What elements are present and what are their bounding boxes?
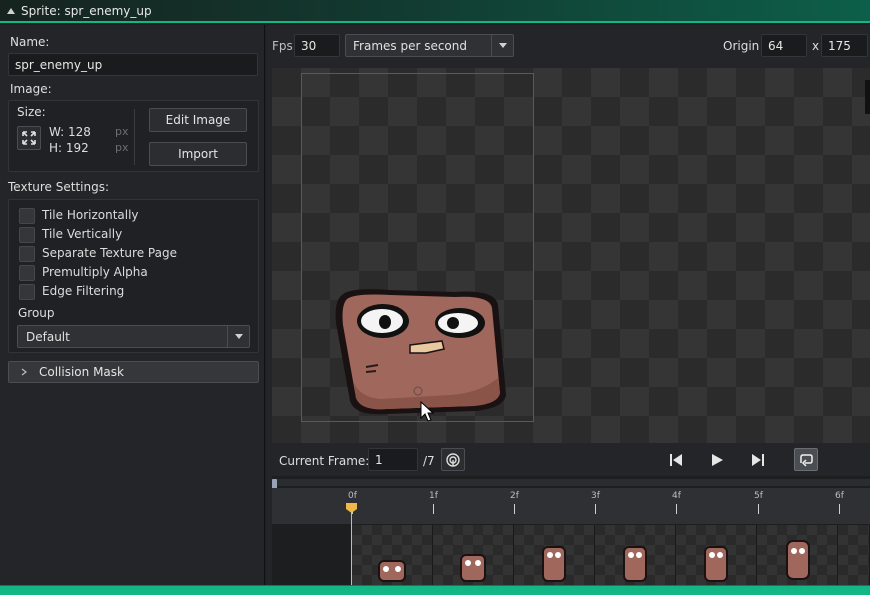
separate-texture-page-checkbox[interactable] — [19, 246, 35, 262]
fps-mode-select[interactable]: Frames per second — [345, 34, 514, 57]
status-strip — [0, 585, 870, 595]
frame-cell[interactable] — [514, 525, 595, 585]
edge-filtering-label: Edge Filtering — [42, 284, 125, 298]
edge-filtering-checkbox[interactable] — [19, 284, 35, 300]
frame-thumbnail — [786, 540, 810, 580]
height-value: H: 192 — [49, 141, 89, 155]
frame-thumbnail — [704, 546, 728, 582]
timeline-scrollbar[interactable] — [272, 479, 870, 489]
chevron-down-icon — [234, 334, 243, 339]
tile-horizontally-checkbox[interactable] — [19, 208, 35, 224]
frame-thumbnail — [623, 546, 647, 582]
collapse-icon[interactable] — [7, 7, 15, 14]
origin-separator: x — [812, 39, 820, 53]
frame-cell[interactable] — [757, 525, 838, 585]
properties-panel: Name: spr_enemy_up Image: Size: W: 128 H… — [0, 25, 265, 585]
sprite-canvas[interactable] — [272, 68, 870, 443]
window-title: Sprite: spr_enemy_up — [21, 3, 152, 18]
width-value: W: 128 — [49, 125, 91, 139]
playhead-marker-icon[interactable] — [345, 502, 358, 514]
onion-skin-button[interactable] — [441, 448, 465, 471]
group-value: Default — [26, 329, 70, 344]
window-titlebar[interactable]: Sprite: spr_enemy_up — [0, 0, 870, 23]
tick — [433, 504, 434, 514]
chevron-right-icon — [21, 368, 27, 376]
tick — [758, 504, 759, 514]
mouse-cursor-icon — [420, 401, 435, 422]
tick-label: 2f — [510, 491, 519, 501]
timeline-ruler[interactable]: 0f 1f 2f 3f 4f 5f 6f — [272, 488, 870, 524]
chevron-down-icon — [498, 43, 507, 48]
timeline[interactable]: 0f 1f 2f 3f 4f 5f 6f — [272, 476, 870, 585]
tick-label: 3f — [591, 491, 600, 501]
texture-settings-panel: Tile Horizontally Tile Vertically Separa… — [8, 199, 259, 353]
onion-skin-icon — [446, 452, 460, 467]
fps-mode-dropdown-button[interactable] — [491, 35, 513, 56]
divider — [134, 109, 135, 165]
current-frame-label: Current Frame: — [279, 454, 370, 468]
playhead-line — [351, 512, 352, 585]
skip-to-end-icon[interactable] — [750, 452, 766, 468]
tick — [514, 504, 515, 514]
frame-thumbnail — [542, 546, 566, 582]
frame-strip[interactable] — [352, 525, 870, 585]
group-select[interactable]: Default — [17, 325, 250, 348]
width-unit: px — [115, 125, 129, 138]
tile-horizontally-label: Tile Horizontally — [42, 208, 139, 222]
tick — [676, 504, 677, 514]
tick-label: 0f — [348, 491, 357, 501]
fps-label: Fps — [272, 39, 293, 53]
origin-y-field[interactable]: 175 — [821, 34, 868, 57]
tile-vertically-label: Tile Vertically — [42, 227, 123, 241]
loop-icon — [800, 453, 813, 467]
frame-thumbnail — [378, 560, 406, 582]
total-frames: /7 — [423, 454, 435, 468]
group-dropdown-button[interactable] — [227, 326, 249, 347]
loop-toggle-button[interactable] — [794, 448, 818, 471]
image-panel: Size: W: 128 H: 192 px px Edit Image Imp… — [8, 100, 259, 172]
collision-mask-label: Collision Mask — [39, 365, 124, 379]
name-label: Name: — [10, 35, 50, 49]
collision-mask-header[interactable]: Collision Mask — [8, 361, 259, 383]
import-button[interactable]: Import — [149, 142, 247, 166]
frame-cell[interactable] — [352, 525, 433, 585]
premultiply-alpha-checkbox[interactable] — [19, 265, 35, 281]
skip-to-start-icon[interactable] — [668, 452, 684, 468]
tile-vertically-checkbox[interactable] — [19, 227, 35, 243]
group-label: Group — [18, 306, 55, 320]
tick-label: 4f — [672, 491, 681, 501]
height-unit: px — [115, 141, 129, 154]
current-frame-field[interactable]: 1 — [368, 448, 418, 471]
frame-thumbnail — [460, 554, 486, 582]
tick — [595, 504, 596, 514]
frame-cell[interactable] — [838, 525, 870, 585]
frame-cell[interactable] — [595, 525, 676, 585]
fps-field[interactable]: 30 — [294, 34, 340, 57]
sprite-preview — [335, 289, 506, 415]
tick-label: 1f — [429, 491, 438, 501]
frame-cell[interactable] — [433, 525, 514, 585]
premultiply-alpha-label: Premultiply Alpha — [42, 265, 148, 279]
edit-image-button[interactable]: Edit Image — [149, 108, 247, 132]
size-label: Size: — [17, 105, 46, 119]
canvas-scroll-handle[interactable] — [865, 80, 870, 114]
tick-label: 6f — [835, 491, 844, 501]
origin-x-field[interactable]: 64 — [761, 34, 807, 57]
play-icon[interactable] — [709, 452, 725, 468]
resize-icon[interactable] — [17, 126, 41, 150]
tick-label: 5f — [754, 491, 763, 501]
name-field[interactable]: spr_enemy_up — [8, 53, 258, 76]
texture-settings-label: Texture Settings: — [8, 180, 110, 194]
frame-cell[interactable] — [676, 525, 757, 585]
fps-mode-value: Frames per second — [353, 38, 467, 53]
tick — [839, 504, 840, 514]
separate-texture-page-label: Separate Texture Page — [42, 246, 177, 260]
origin-label: Origin — [723, 39, 760, 53]
image-label: Image: — [10, 82, 52, 96]
